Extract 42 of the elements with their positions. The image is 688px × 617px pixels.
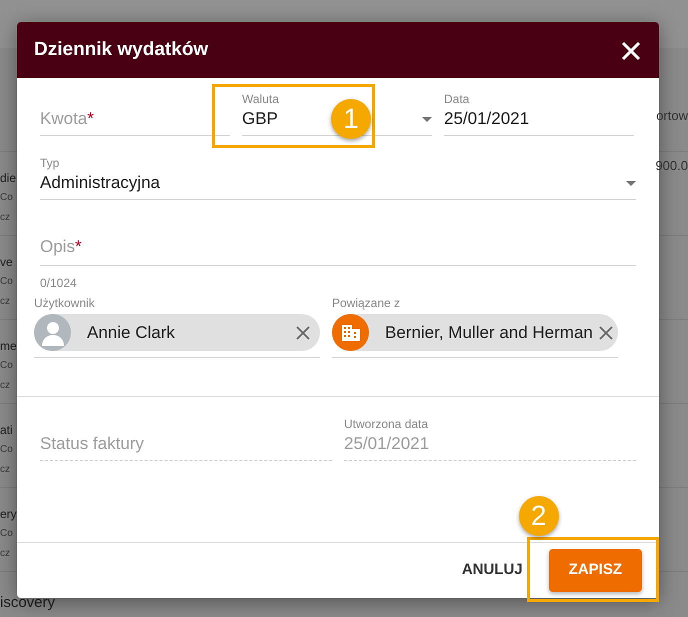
step-number-badge: 2: [518, 496, 559, 536]
building-icon: [332, 314, 369, 351]
cancel-button[interactable]: ANULUJ: [452, 553, 533, 588]
background-text: ati: [0, 422, 13, 439]
input-field[interactable]: 25/01/2021: [444, 106, 634, 136]
input-field[interactable]: Kwota*: [40, 106, 230, 136]
field-label: Data: [444, 92, 470, 106]
field-label: Typ: [40, 156, 60, 170]
background-text: ve: [0, 254, 13, 271]
selected-chip[interactable]: Annie Clark: [34, 314, 320, 351]
select-field[interactable]: Administracyjna: [40, 170, 636, 200]
close-button[interactable]: [620, 39, 642, 61]
field-label: Powiązane z: [332, 296, 402, 310]
background-text: die: [0, 170, 16, 187]
field-label: Waluta: [242, 92, 280, 106]
background-text: Co: [0, 527, 13, 541]
background-text: cz: [0, 295, 10, 309]
background-text: cz: [0, 547, 10, 561]
background-text: cz: [0, 379, 10, 393]
dropdown-arrow-icon[interactable]: [422, 116, 432, 122]
field-label: Użytkownik: [34, 296, 96, 310]
input-field[interactable]: Opis*: [40, 232, 636, 266]
background-text: me: [0, 338, 17, 355]
clear-icon[interactable]: [296, 326, 310, 340]
dialog-title: Dziennik wydatków: [34, 38, 208, 62]
background-text: ery: [0, 506, 17, 523]
field-label: Utworzona data: [344, 417, 430, 431]
step-number-badge: 1: [331, 99, 371, 139]
character-counter: 0/1024: [40, 275, 78, 292]
selected-chip[interactable]: Bernier, Muller and Herman: [332, 314, 618, 351]
clear-icon[interactable]: [598, 326, 613, 340]
readonly-field: Status faktury: [40, 431, 332, 461]
avatar-icon: [34, 314, 71, 351]
background-text: cz: [0, 463, 10, 477]
background-text: Co: [0, 359, 13, 373]
background-text: Co: [0, 191, 13, 205]
background-text: iscovery: [0, 593, 56, 613]
background-text: Co: [0, 275, 13, 289]
dropdown-arrow-icon[interactable]: [626, 180, 636, 186]
background-text: cz: [0, 211, 10, 225]
background-text: Co: [0, 443, 13, 457]
readonly-field: 25/01/2021: [344, 431, 636, 461]
